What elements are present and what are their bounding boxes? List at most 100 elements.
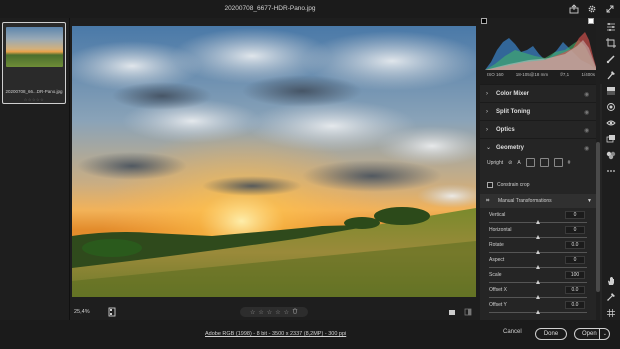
footer-bar: Adobe RGB (1998) - 8 bit - 3500 x 2337 (… <box>0 320 620 349</box>
filmstrip-toggle-icon[interactable] <box>108 307 116 317</box>
edit-panel: ISO 160 18-105@18 mm f/7,1 1/400s › Colo… <box>480 18 602 320</box>
eye-icon[interactable]: ◉ <box>584 127 592 134</box>
color-sampler-icon[interactable] <box>606 292 616 302</box>
expand-icon[interactable] <box>604 3 616 15</box>
viewer-toolbar: 25,4% ☆ ☆ ☆ ☆ ☆ <box>70 303 480 321</box>
slider-value-input[interactable]: 0 <box>565 226 585 234</box>
slider-handle[interactable] <box>536 235 540 239</box>
slider-value-input[interactable]: 0 <box>565 211 585 219</box>
filmstrip-thumbnail[interactable]: 20200708_66...DR-Pano.jpg ☆☆☆☆☆ <box>2 22 66 104</box>
constrain-crop-label: Constrain crop <box>497 182 530 188</box>
slider-label: Rotate <box>489 242 504 248</box>
title-bar: 20200708_6677-HDR-Pano.jpg <box>0 0 620 18</box>
upright-full-icon[interactable] <box>553 158 563 167</box>
scrollbar-thumb[interactable] <box>596 142 600 292</box>
upright-vertical-icon[interactable] <box>539 158 549 167</box>
eye-icon[interactable]: ◉ <box>584 145 592 152</box>
chevron-right-icon: › <box>486 108 488 115</box>
slider-handle[interactable] <box>536 265 540 269</box>
open-button-label: Open <box>582 331 597 337</box>
export-icon[interactable] <box>568 3 580 15</box>
photo-preview[interactable] <box>72 26 476 297</box>
upright-label: Upright <box>487 159 504 166</box>
tool-rail <box>602 18 620 320</box>
split-view-icon[interactable] <box>464 308 472 316</box>
upright-off-icon[interactable]: ⊘ <box>508 160 512 166</box>
slider-vertical: Vertical 0 <box>489 210 587 226</box>
section-color-mixer[interactable]: › Color Mixer ◉ <box>480 84 598 102</box>
section-geometry[interactable]: ⌄ Geometry ◉ <box>480 138 598 156</box>
caret-down-icon[interactable]: ▼ <box>587 198 592 204</box>
more-options-icon[interactable] <box>606 166 616 176</box>
zoom-level[interactable]: 25,4% <box>74 309 90 315</box>
radial-filter-icon[interactable] <box>606 102 616 112</box>
red-eye-icon[interactable] <box>606 118 616 128</box>
section-optics[interactable]: › Optics ◉ <box>480 120 598 138</box>
eye-icon[interactable]: ◉ <box>584 109 592 116</box>
constrain-crop-row[interactable]: Constrain crop <box>487 182 530 188</box>
slider-offset-y: Offset Y 0.0 <box>489 300 587 316</box>
rating-bar: ☆ ☆ ☆ ☆ ☆ <box>240 307 308 317</box>
rating-star-3[interactable]: ☆ <box>267 309 272 316</box>
slider-value-input[interactable]: 0.0 <box>565 301 585 309</box>
snapshots-icon[interactable] <box>606 134 616 144</box>
grid-overlay-icon[interactable] <box>606 308 616 318</box>
thumbnail-rating[interactable]: ☆☆☆☆☆ <box>3 97 65 102</box>
panel-scrollbar[interactable] <box>596 18 600 320</box>
slider-label: Scale <box>489 272 502 278</box>
edit-sliders-icon[interactable] <box>606 22 616 32</box>
slider-aspect: Aspect 0 <box>489 255 587 271</box>
slider-handle[interactable] <box>536 220 540 224</box>
graduated-filter-icon[interactable] <box>606 86 616 96</box>
upright-level-icon[interactable] <box>525 158 535 167</box>
chevron-right-icon: › <box>486 90 488 97</box>
slider-value-input[interactable]: 100 <box>565 271 585 279</box>
section-label: Geometry <box>496 144 525 151</box>
slider-label: Offset Y <box>489 302 507 308</box>
slider-value-input[interactable]: 0.0 <box>565 241 585 249</box>
trash-icon[interactable] <box>292 308 298 316</box>
slider-handle[interactable] <box>536 250 540 254</box>
chevron-down-icon: ⌄ <box>486 145 492 151</box>
upright-auto-icon[interactable]: A <box>517 160 520 166</box>
exif-shutter: 1/400s <box>581 72 595 77</box>
healing-brush-icon[interactable] <box>606 54 616 64</box>
slider-label: Horizontal <box>489 227 512 233</box>
slider-handle[interactable] <box>536 280 540 284</box>
slider-label: Aspect <box>489 257 505 263</box>
slider-label: Vertical <box>489 212 506 218</box>
slider-handle[interactable] <box>536 295 540 299</box>
slider-value-input[interactable]: 0 <box>565 256 585 264</box>
slider-rotate: Rotate 0.0 <box>489 240 587 256</box>
slider-label: Offset X <box>489 287 507 293</box>
manual-transformations-header[interactable]: ⌗ Manual Transformations ▼ <box>480 194 598 208</box>
crop-icon[interactable] <box>606 38 616 48</box>
rating-star-2[interactable]: ☆ <box>258 309 263 316</box>
slider-handle[interactable] <box>536 310 540 314</box>
slider-horizontal: Horizontal 0 <box>489 225 587 241</box>
presets-icon[interactable] <box>606 150 616 160</box>
gear-icon[interactable] <box>586 3 598 15</box>
section-split-toning[interactable]: › Split Toning ◉ <box>480 102 598 120</box>
transform-icon: ⌗ <box>486 197 490 204</box>
open-button[interactable]: Open ⌄ <box>574 328 610 340</box>
histogram-graph <box>485 32 597 70</box>
rating-star-5[interactable]: ☆ <box>284 309 289 316</box>
image-canvas[interactable] <box>70 18 480 303</box>
section-label: Color Mixer <box>496 90 530 97</box>
before-after-icon[interactable] <box>448 308 456 316</box>
upright-guided-icon[interactable]: # <box>568 160 571 166</box>
cancel-button[interactable]: Cancel <box>503 329 522 335</box>
chevron-down-icon[interactable]: ⌄ <box>603 329 607 339</box>
rating-star-4[interactable]: ☆ <box>275 309 280 316</box>
slider-value-input[interactable]: 0.0 <box>565 286 585 294</box>
done-button[interactable]: Done <box>535 328 567 340</box>
rating-star-1[interactable]: ☆ <box>250 309 255 316</box>
chevron-right-icon: › <box>486 126 488 133</box>
eye-icon[interactable]: ◉ <box>584 91 592 98</box>
hand-icon[interactable] <box>606 276 616 286</box>
constrain-crop-checkbox[interactable] <box>487 182 493 188</box>
workflow-options-link[interactable]: Adobe RGB (1998) - 8 bit - 3500 x 2337 (… <box>205 331 346 337</box>
exif-info: ISO 160 18-105@18 mm f/7,1 1/400s <box>487 72 595 77</box>
adjustment-brush-icon[interactable] <box>606 70 616 80</box>
